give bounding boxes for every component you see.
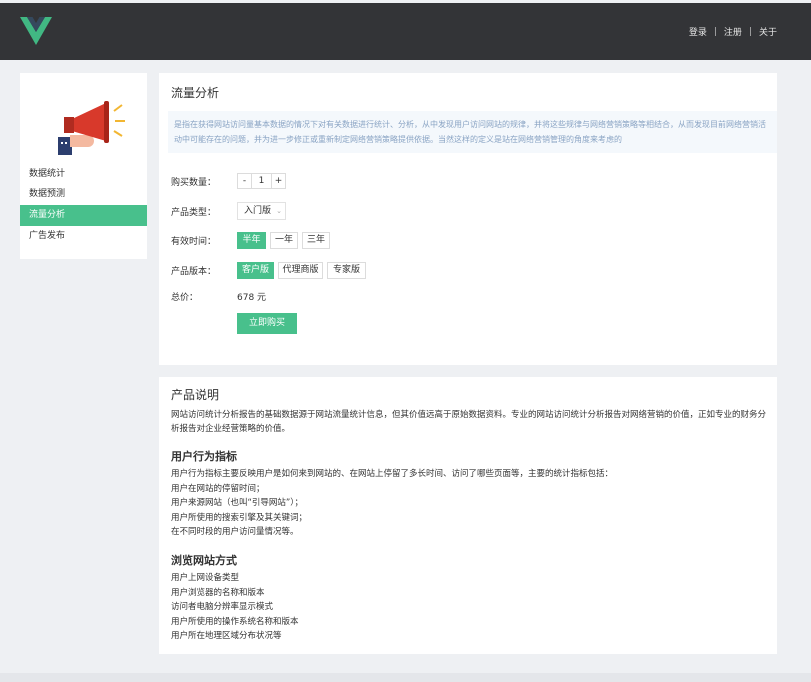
list-item: 用户行为指标主要反映用户是如何来到网站的、在网站上停留了多长时间、访问了哪些页面… [171,469,614,479]
description-box: 是指在获得网站访问量基本数据的情况下对有关数据进行统计、分析，从中发现用户访问网… [168,111,777,153]
user-behavior-list: 用户行为指标主要反映用户是如何来到网站的、在网站上停留了多长时间、访问了哪些页面… [171,467,771,540]
traffic-analysis-card: 流量分析 是指在获得网站访问量基本数据的情况下对有关数据进行统计、分析，从中发现… [159,73,777,365]
quantity-value[interactable]: 1 [252,173,271,189]
quantity-stepper: - 1 + [237,173,286,189]
product-type-value: 入门版 [244,206,272,216]
product-description-intro: 网站访问统计分析报告的基础数据源于网站流量统计信息，但其价值远高于原始数据资料。… [171,410,767,434]
product-description-card: 产品说明 网站访问统计分析报告的基础数据源于网站流量统计信息，但其价值远高于原始… [159,377,777,654]
list-item: 用户所使用的搜索引擎及其关键词； [171,512,308,523]
valid-time-label: 有效时间： [171,237,217,247]
user-behavior-heading: 用户行为指标 [171,450,237,463]
sidebar: 数据统计 数据预测 流量分析 广告发布 [20,73,147,259]
list-item: 用户所在地理区域分布状况等 [171,631,282,641]
time-option-half-year[interactable]: 半年 [237,232,266,249]
list-item: 用户浏览器的名称和版本 [171,587,265,598]
chevron-down-icon: ⌄ [276,207,282,215]
list-item: 访问者电脑分辨率显示模式 [171,602,274,612]
version-option-client[interactable]: 客户版 [237,262,274,279]
footer-bar [0,673,811,682]
login-link[interactable]: 登录 [689,25,707,38]
quantity-plus-button[interactable]: + [271,173,286,189]
version-label: 产品版本： [171,267,217,277]
version-option-expert[interactable]: 专家版 [327,262,366,279]
nav-separator: | [748,26,752,37]
top-bar: 登录 | 注册 | 关于 [0,3,811,60]
quantity-minus-button[interactable]: - [237,173,252,189]
browsing-method-list: 用户上网设备类型 用户浏览器的名称和版本 访问者电脑分辨率显示模式 用户所使用的… [171,571,771,644]
list-item: 在不同时段的用户访问量情况等。 [171,527,299,537]
about-link[interactable]: 关于 [759,25,777,38]
list-item: 用户所使用的操作系统名称和版本 [171,616,299,627]
version-option-agent[interactable]: 代理商版 [278,262,323,279]
buy-now-button[interactable]: 立即购买 [237,313,297,334]
register-link[interactable]: 注册 [724,25,742,38]
total-price-label: 总价： [171,293,199,303]
product-type-label: 产品类型： [171,208,217,218]
nav-separator: | [713,26,717,37]
sidebar-item-data-stats[interactable]: 数据统计 [20,164,147,185]
product-description-title: 产品说明 [171,388,220,402]
list-item: 用户在网站的停留时间； [171,483,265,494]
sidebar-item-data-forecast[interactable]: 数据预测 [20,184,147,205]
total-price-value: 678 元 [237,293,267,303]
quantity-label: 购买数量： [171,178,217,188]
sidebar-item-ad-publish[interactable]: 广告发布 [20,226,147,247]
top-nav: 登录 | 注册 | 关于 [689,25,777,39]
time-option-three-years[interactable]: 三年 [302,232,330,249]
browsing-method-heading: 浏览网站方式 [171,554,237,567]
megaphone-icon [58,101,125,155]
list-item: 用户来源网站（也叫“引导网站”）； [171,498,304,508]
page-title: 流量分析 [171,86,220,100]
product-type-select[interactable]: 入门版 ⌄ [237,202,286,220]
list-item: 用户上网设备类型 [171,573,240,583]
time-option-one-year[interactable]: 一年 [270,232,298,249]
vue-logo-icon[interactable] [20,17,52,47]
sidebar-item-traffic-analysis[interactable]: 流量分析 [20,205,147,226]
